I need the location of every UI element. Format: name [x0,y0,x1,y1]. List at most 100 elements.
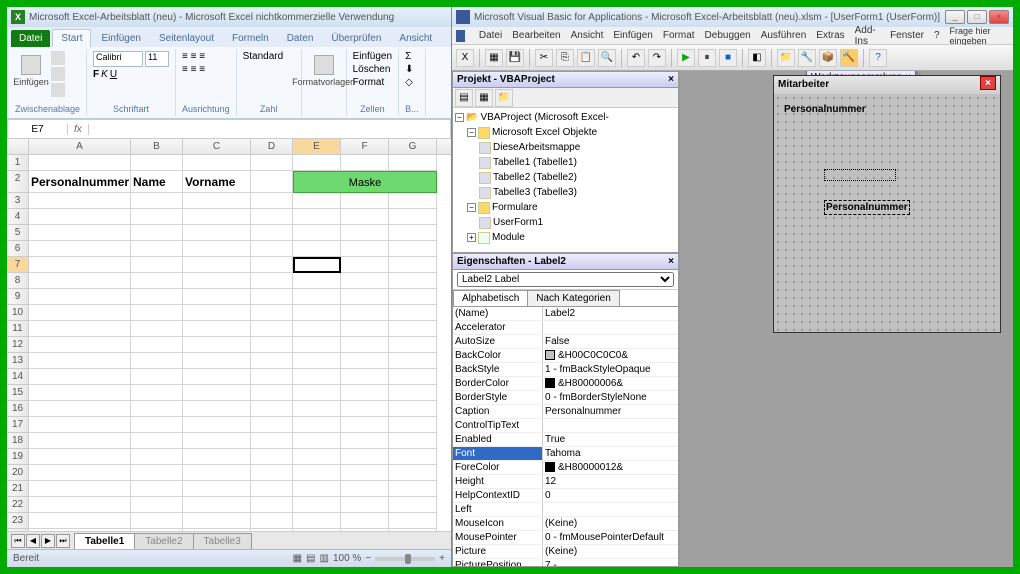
cell[interactable] [131,481,183,497]
cell[interactable] [183,465,251,481]
cell[interactable] [389,241,437,257]
cell[interactable] [341,433,389,449]
cell[interactable] [341,273,389,289]
cell[interactable] [293,385,341,401]
prop-value[interactable]: 7 - fmPicturePositionAboveCenter [543,559,678,567]
cell[interactable] [293,209,341,225]
menu-format[interactable]: Format [663,30,695,41]
menu-debug[interactable]: Debuggen [705,30,751,41]
find-icon[interactable]: 🔍 [598,49,616,67]
folder-icon[interactable]: 📁 [495,89,513,107]
view-layout-icon[interactable]: ▤ [306,553,315,564]
prop-name[interactable]: Font [453,447,543,460]
cell[interactable] [293,241,341,257]
zoom-slider[interactable] [375,557,435,561]
name-box[interactable]: E7 [8,124,68,135]
prop-value[interactable]: &H80000006& [543,377,678,390]
cell[interactable] [29,417,131,433]
cell[interactable] [29,209,131,225]
cell[interactable] [341,337,389,353]
prop-name[interactable]: ControlTipText [453,419,543,432]
menu-addins[interactable]: Add-Ins [855,25,880,47]
prop-value[interactable] [543,419,678,432]
cell[interactable] [183,193,251,209]
cell[interactable] [29,193,131,209]
select-all-corner[interactable] [7,139,29,154]
cell[interactable] [389,433,437,449]
cell[interactable] [251,417,293,433]
prop-name[interactable]: BorderColor [453,377,543,390]
cell[interactable] [131,369,183,385]
cell[interactable] [389,497,437,513]
number-format[interactable]: Standard [243,51,295,62]
cell[interactable] [183,385,251,401]
project-tree[interactable]: −📂 VBAProject (Microsoft Excel- −Microso… [453,108,678,247]
prop-name[interactable]: MousePointer [453,531,543,544]
cell[interactable] [131,273,183,289]
cell[interactable] [183,155,251,171]
maximize-button[interactable]: □ [967,10,987,24]
cells-format[interactable]: Format [353,77,385,88]
menu-help[interactable]: ? [934,30,940,41]
prop-value[interactable] [543,503,678,516]
zoom-in[interactable]: + [439,553,445,564]
cell[interactable] [29,155,131,171]
cell[interactable] [341,369,389,385]
maske-button[interactable]: Maske [293,171,437,193]
prop-name[interactable]: HelpContextID [453,489,543,502]
col-e[interactable]: E [293,139,341,154]
save-icon[interactable]: 💾 [506,49,524,67]
tab-formulas[interactable]: Formeln [224,30,277,47]
col-b[interactable]: B [131,139,183,154]
cell[interactable] [29,337,131,353]
cell[interactable] [389,401,437,417]
cell[interactable] [29,353,131,369]
cell[interactable] [131,193,183,209]
cell[interactable] [293,225,341,241]
paste-button[interactable]: Einfügen [15,51,47,91]
cell[interactable] [389,353,437,369]
paste-icon[interactable]: 📋 [577,49,595,67]
form-designer[interactable]: Werkzeugsammlung× Steuerelemente ↖ A ab|… [680,71,1013,567]
nav-prev[interactable]: ◀ [26,534,40,548]
cell[interactable] [131,465,183,481]
cell[interactable] [251,385,293,401]
cell[interactable] [341,401,389,417]
props-icon[interactable]: 🔧 [798,49,816,67]
row-header[interactable]: 13 [7,353,29,369]
row-header[interactable]: 1 [7,155,29,171]
prop-value[interactable]: &H80000012& [543,461,678,474]
zoom-out[interactable]: − [365,553,371,564]
nav-next[interactable]: ▶ [41,534,55,548]
props-grid[interactable]: (Name)Label2AcceleratorAutoSizeFalseBack… [453,307,678,567]
project-close-icon[interactable]: × [668,72,674,87]
prop-value[interactable]: Label2 [543,307,678,320]
cell[interactable] [29,513,131,529]
tab-layout[interactable]: Seitenlayout [151,30,222,47]
prop-name[interactable]: AutoSize [453,335,543,348]
row-header[interactable]: 16 [7,401,29,417]
cell[interactable] [293,155,341,171]
cell[interactable] [131,337,183,353]
cell[interactable] [251,465,293,481]
prop-name[interactable]: Accelerator [453,321,543,334]
cell[interactable] [293,417,341,433]
cell[interactable] [293,481,341,497]
label1[interactable]: Personalnummer [784,104,866,115]
cell[interactable] [251,369,293,385]
prop-name[interactable]: Picture [453,545,543,558]
tab-file[interactable]: Datei [11,30,50,47]
menu-run[interactable]: Ausführen [761,30,807,41]
cell[interactable] [29,369,131,385]
cell[interactable] [389,305,437,321]
align-row2[interactable]: ≡ ≡ ≡ [182,64,205,75]
prop-value[interactable]: (Keine) [543,545,678,558]
cell[interactable] [183,241,251,257]
cell[interactable] [251,193,293,209]
props-object-select[interactable]: Label2 Label [457,272,674,287]
prop-name[interactable]: Left [453,503,543,516]
label2-selected[interactable]: Personalnummer [824,200,910,215]
cell[interactable] [183,497,251,513]
cell[interactable] [341,193,389,209]
cell[interactable] [183,305,251,321]
